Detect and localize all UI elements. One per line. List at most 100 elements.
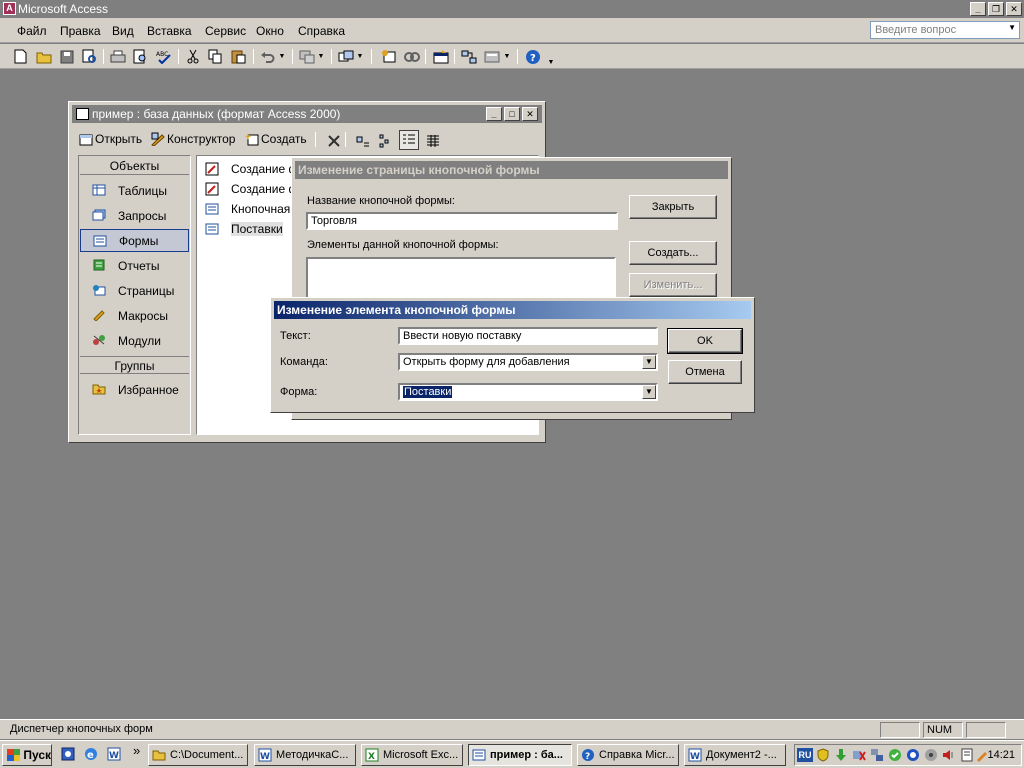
update-icon[interactable]: [906, 748, 920, 762]
list-item[interactable]: Создание ф: [205, 159, 298, 179]
save-icon[interactable]: [58, 48, 75, 65]
menu-help[interactable]: Справка: [298, 24, 345, 38]
notes-icon[interactable]: [960, 748, 974, 762]
cancel-button[interactable]: Отмена: [668, 360, 742, 384]
office-links-icon[interactable]: [298, 48, 315, 65]
disk-icon[interactable]: [924, 748, 938, 762]
close-button[interactable]: Закрыть: [629, 195, 717, 219]
spelling-icon[interactable]: ABC: [155, 48, 172, 65]
relationships-icon[interactable]: [460, 48, 477, 65]
open-button-label: Открыть: [95, 132, 143, 146]
large-icons-view-icon[interactable]: [354, 132, 371, 149]
list-item[interactable]: Поставки: [205, 219, 283, 239]
object-item-queries[interactable]: Запросы: [80, 204, 189, 227]
network-icon[interactable]: [870, 748, 884, 762]
item-form-select[interactable]: Поставки ▼: [398, 383, 658, 401]
cut-icon[interactable]: [184, 48, 201, 65]
maximize-icon[interactable]: □: [504, 107, 520, 121]
database-window-titlebar[interactable]: пример : база данных (формат Access 2000…: [72, 105, 542, 123]
edit-switchboard-item-title[interactable]: Изменение элемента кнопочной формы: [274, 301, 751, 319]
database-window-icon[interactable]: [432, 48, 449, 65]
menu-file[interactable]: Файл: [17, 24, 47, 38]
office-links-dropdown-icon[interactable]: ▼: [316, 48, 326, 65]
download-arrow-icon[interactable]: [834, 748, 848, 762]
toolbar-options-icon[interactable]: ▼: [546, 54, 556, 71]
paste-icon[interactable]: [230, 48, 247, 65]
switchboard-name-field[interactable]: Торговля: [306, 212, 618, 230]
menu-window[interactable]: Окно: [256, 24, 284, 38]
small-icons-view-icon[interactable]: [377, 132, 394, 149]
task-access-database[interactable]: пример : ба...: [468, 744, 572, 766]
restore-icon[interactable]: ❐: [988, 2, 1004, 16]
chevron-down-icon[interactable]: ▼: [1008, 23, 1016, 32]
list-item[interactable]: Кнопочная: [205, 199, 290, 219]
volume-icon[interactable]: [942, 748, 956, 762]
edit-item-button[interactable]: Изменить...: [629, 273, 717, 297]
security-shield-icon[interactable]: [816, 748, 830, 762]
object-item-pages[interactable]: Страницы: [80, 279, 189, 302]
object-item-reports[interactable]: Отчеты: [80, 254, 189, 277]
help-icon[interactable]: ?: [524, 48, 541, 65]
task-help[interactable]: ? Справка Micr...: [577, 744, 679, 766]
new-object-dropdown-icon[interactable]: ▼: [502, 48, 512, 65]
ok-button[interactable]: OK: [667, 328, 743, 354]
groups-header[interactable]: Группы: [80, 356, 189, 374]
design-button[interactable]: Конструктор: [151, 132, 235, 146]
quicklaunch-more-icon[interactable]: »: [133, 743, 147, 758]
code-icon[interactable]: [380, 48, 397, 65]
delete-icon[interactable]: [325, 132, 342, 149]
object-item-macros[interactable]: Макросы: [80, 304, 189, 327]
create-button[interactable]: Создать: [245, 132, 307, 146]
analyze-dropdown-icon[interactable]: ▼: [355, 48, 365, 65]
menu-tools[interactable]: Сервис: [205, 24, 246, 38]
internet-explorer-icon[interactable]: e: [84, 747, 98, 761]
chevron-down-icon[interactable]: ▼: [642, 355, 656, 369]
access-app-icon[interactable]: A: [3, 2, 16, 15]
item-text-field[interactable]: Ввести новую поставку: [398, 327, 658, 345]
new-item-button[interactable]: Создать...: [629, 241, 717, 265]
menu-insert[interactable]: Вставка: [147, 24, 192, 38]
file-search-icon[interactable]: [81, 48, 98, 65]
object-item-forms[interactable]: Формы: [80, 229, 189, 252]
details-view-icon[interactable]: [424, 132, 441, 149]
list-item[interactable]: Создание ф: [205, 179, 298, 199]
list-view-icon[interactable]: [399, 130, 419, 150]
undo-dropdown-icon[interactable]: ▼: [277, 48, 287, 65]
new-object-icon[interactable]: [483, 48, 500, 65]
network-error-icon[interactable]: [852, 748, 866, 762]
task-word-document2[interactable]: W Документ2 -...: [684, 744, 786, 766]
show-desktop-icon[interactable]: [61, 747, 75, 761]
print-icon[interactable]: [109, 48, 126, 65]
antivirus-icon[interactable]: [888, 748, 902, 762]
table-icon: [92, 184, 106, 196]
task-explorer[interactable]: C:\Document...: [148, 744, 248, 766]
analyze-icon[interactable]: [337, 48, 354, 65]
chevron-down-icon[interactable]: ▼: [642, 385, 656, 399]
object-item-modules[interactable]: Модули: [80, 329, 189, 352]
open-folder-icon[interactable]: [35, 48, 52, 65]
menu-edit[interactable]: Правка: [60, 24, 101, 38]
close-icon[interactable]: ✕: [522, 107, 538, 121]
design-button-label: Конструктор: [167, 132, 236, 146]
task-excel[interactable]: X Microsoft Exc...: [361, 744, 463, 766]
group-item-favorites[interactable]: Избранное: [80, 378, 189, 401]
object-item-tables[interactable]: Таблицы: [80, 179, 189, 202]
copy-icon[interactable]: [207, 48, 224, 65]
item-command-select[interactable]: Открыть форму для добавления ▼: [398, 353, 658, 371]
language-indicator[interactable]: RU: [797, 748, 813, 762]
print-preview-icon[interactable]: [132, 48, 149, 65]
word-quicklaunch-icon[interactable]: W: [107, 747, 121, 761]
properties-icon[interactable]: [403, 48, 420, 65]
task-word-methodichka[interactable]: W МетодичкаС...: [254, 744, 356, 766]
objects-header[interactable]: Объекты: [80, 157, 189, 175]
undo-icon[interactable]: [259, 48, 276, 65]
close-icon[interactable]: ✕: [1006, 2, 1022, 16]
menu-view[interactable]: Вид: [112, 24, 134, 38]
ask-question-box[interactable]: Введите вопрос ▼: [870, 21, 1020, 39]
minimize-icon[interactable]: _: [970, 2, 986, 16]
new-document-icon[interactable]: [12, 48, 29, 65]
start-button[interactable]: Пуск: [2, 744, 52, 766]
open-button[interactable]: Открыть: [79, 132, 142, 146]
edit-switchboard-page-title[interactable]: Изменение страницы кнопочной формы: [295, 161, 728, 179]
minimize-icon[interactable]: _: [486, 107, 502, 121]
